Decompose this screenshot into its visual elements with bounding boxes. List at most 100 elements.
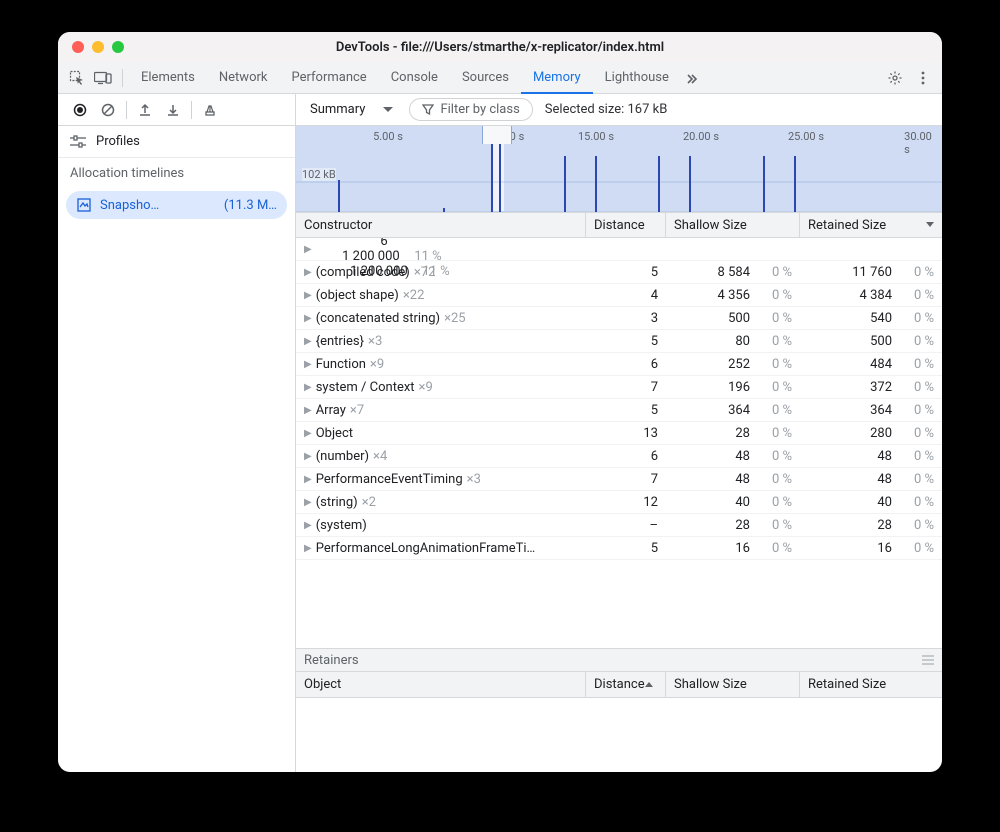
retainers-header[interactable]: Retainers — [296, 648, 942, 672]
retained-pct: 0 % — [900, 311, 934, 326]
devtools-window: DevTools - file:///Users/stmarthe/x-repl… — [58, 32, 942, 772]
clear-icon[interactable] — [94, 96, 122, 124]
table-row[interactable]: ▶Object13280 %2800 % — [296, 422, 942, 445]
inspect-icon[interactable] — [64, 65, 90, 91]
hamburger-icon[interactable] — [922, 655, 934, 665]
expand-arrow-icon[interactable]: ▶ — [304, 520, 312, 531]
expand-arrow-icon[interactable]: ▶ — [304, 359, 312, 370]
constructor-count: ×9 — [370, 357, 384, 372]
snapshot-item[interactable]: Snapsho… (11.3 M… — [66, 191, 287, 219]
filter-placeholder: Filter by class — [440, 102, 519, 117]
expand-arrow-icon[interactable]: ▶ — [304, 244, 312, 255]
kebab-menu-icon[interactable] — [910, 65, 936, 91]
constructor-name: Function — [316, 357, 366, 372]
table-row[interactable]: ▶Array ×753640 %3640 % — [296, 399, 942, 422]
expand-arrow-icon[interactable]: ▶ — [304, 405, 312, 416]
filter-input[interactable]: Filter by class — [409, 98, 532, 121]
constructor-count: ×7 — [350, 403, 364, 418]
tab-console[interactable]: Console — [379, 62, 450, 94]
tab-network[interactable]: Network — [207, 62, 280, 94]
table-row[interactable]: ▶PerformanceLongAnimationFrameTi…5160 %1… — [296, 537, 942, 560]
ret-col-shallow[interactable]: Shallow Size — [666, 672, 800, 697]
import-icon[interactable] — [159, 96, 187, 124]
distance-cell: 5 — [586, 265, 666, 280]
expand-arrow-icon[interactable]: ▶ — [304, 543, 312, 554]
summary-label: Summary — [310, 102, 365, 117]
ret-col-distance-label: Distance — [594, 677, 645, 692]
retained-size: 372 — [870, 380, 892, 395]
table-row[interactable]: ▶Function ×962520 %4840 % — [296, 353, 942, 376]
constructor-count: ×2 — [362, 495, 376, 510]
gc-icon[interactable] — [196, 96, 224, 124]
col-distance[interactable]: Distance — [586, 213, 666, 237]
distance-cell: 4 — [586, 288, 666, 303]
record-icon[interactable] — [66, 96, 94, 124]
table-row[interactable]: ▶{entries} ×35800 %5000 % — [296, 330, 942, 353]
table-body[interactable]: ▶ ×1000061 200 00011 %1 200 00011 %▶(com… — [296, 238, 942, 648]
retained-pct: 0 % — [900, 265, 934, 280]
table-row[interactable]: ▶(system)–280 %280 % — [296, 514, 942, 537]
constructor-count: ×4 — [373, 449, 387, 464]
timeline-tick: 20.00 s — [683, 130, 719, 143]
distance-cell: 7 — [586, 380, 666, 395]
ret-col-retained[interactable]: Retained Size — [800, 672, 942, 697]
selected-size-label: Selected size: 167 kB — [545, 102, 668, 117]
table-row[interactable]: ▶ ×1000061 200 00011 %1 200 00011 % — [296, 238, 942, 261]
export-icon[interactable] — [131, 96, 159, 124]
retained-pct: 0 % — [900, 495, 934, 510]
col-retained[interactable]: Retained Size — [800, 213, 942, 237]
zoom-window-button[interactable] — [112, 41, 124, 53]
expand-arrow-icon[interactable]: ▶ — [304, 497, 312, 508]
summary-dropdown[interactable]: Summary — [306, 102, 397, 117]
table-row[interactable]: ▶PerformanceEventTiming ×37480 %480 % — [296, 468, 942, 491]
close-window-button[interactable] — [72, 41, 84, 53]
table-row[interactable]: ▶(number) ×46480 %480 % — [296, 445, 942, 468]
table-row[interactable]: ▶(string) ×212400 %400 % — [296, 491, 942, 514]
expand-arrow-icon[interactable]: ▶ — [304, 428, 312, 439]
retained-pct: 0 % — [900, 449, 934, 464]
timeline-tick: 15.00 s — [578, 130, 614, 143]
distance-cell: 5 — [586, 541, 666, 556]
table-row[interactable]: ▶system / Context ×971960 %3720 % — [296, 376, 942, 399]
ret-col-object[interactable]: Object — [296, 672, 586, 697]
ret-col-distance[interactable]: Distance — [586, 672, 666, 697]
expand-arrow-icon[interactable]: ▶ — [304, 313, 312, 324]
expand-arrow-icon[interactable]: ▶ — [304, 267, 312, 278]
sidebar: Profiles Allocation timelines Snapsho… (… — [58, 126, 296, 772]
device-toggle-icon[interactable] — [90, 65, 116, 91]
shallow-size: 28 — [735, 426, 750, 441]
retained-pct: 0 % — [900, 426, 934, 441]
shallow-size: 8 584 — [718, 265, 750, 280]
expand-arrow-icon[interactable]: ▶ — [304, 290, 312, 301]
table-row[interactable]: ▶(object shape) ×2244 3560 %4 3840 % — [296, 284, 942, 307]
distance-cell: 7 — [586, 472, 666, 487]
retained-size: 48 — [877, 472, 892, 487]
col-constructor[interactable]: Constructor — [296, 213, 586, 237]
sort-asc-icon — [645, 682, 653, 688]
expand-arrow-icon[interactable]: ▶ — [304, 382, 312, 393]
expand-arrow-icon[interactable]: ▶ — [304, 451, 312, 462]
gear-icon[interactable] — [882, 65, 908, 91]
col-shallow[interactable]: Shallow Size — [666, 213, 800, 237]
constructor-count: ×22 — [403, 288, 425, 303]
allocation-timeline[interactable]: 5.00 s ||||).00 s 15.00 s 20.00 s 25.00 … — [296, 126, 942, 212]
tab-memory[interactable]: Memory — [521, 62, 593, 94]
tab-lighthouse[interactable]: Lighthouse — [593, 62, 681, 94]
constructor-name: Object — [316, 426, 353, 441]
shallow-pct: 0 % — [758, 495, 792, 510]
table-row[interactable]: ▶(compiled code) ×7258 5840 %11 7600 % — [296, 261, 942, 284]
profiles-header[interactable]: Profiles — [58, 126, 295, 158]
traffic-lights — [58, 41, 124, 53]
expand-arrow-icon[interactable]: ▶ — [304, 474, 312, 485]
more-tabs-icon[interactable] — [681, 65, 703, 91]
minimize-window-button[interactable] — [92, 41, 104, 53]
table-row[interactable]: ▶(concatenated string) ×2535000 %5400 % — [296, 307, 942, 330]
retained-pct: 0 % — [900, 518, 934, 533]
expand-arrow-icon[interactable]: ▶ — [304, 336, 312, 347]
retained-size: 40 — [877, 495, 892, 510]
retained-size: 484 — [870, 357, 892, 372]
shallow-size: 28 — [735, 518, 750, 533]
tab-elements[interactable]: Elements — [129, 62, 207, 94]
tab-sources[interactable]: Sources — [450, 62, 521, 94]
tab-performance[interactable]: Performance — [280, 62, 379, 94]
